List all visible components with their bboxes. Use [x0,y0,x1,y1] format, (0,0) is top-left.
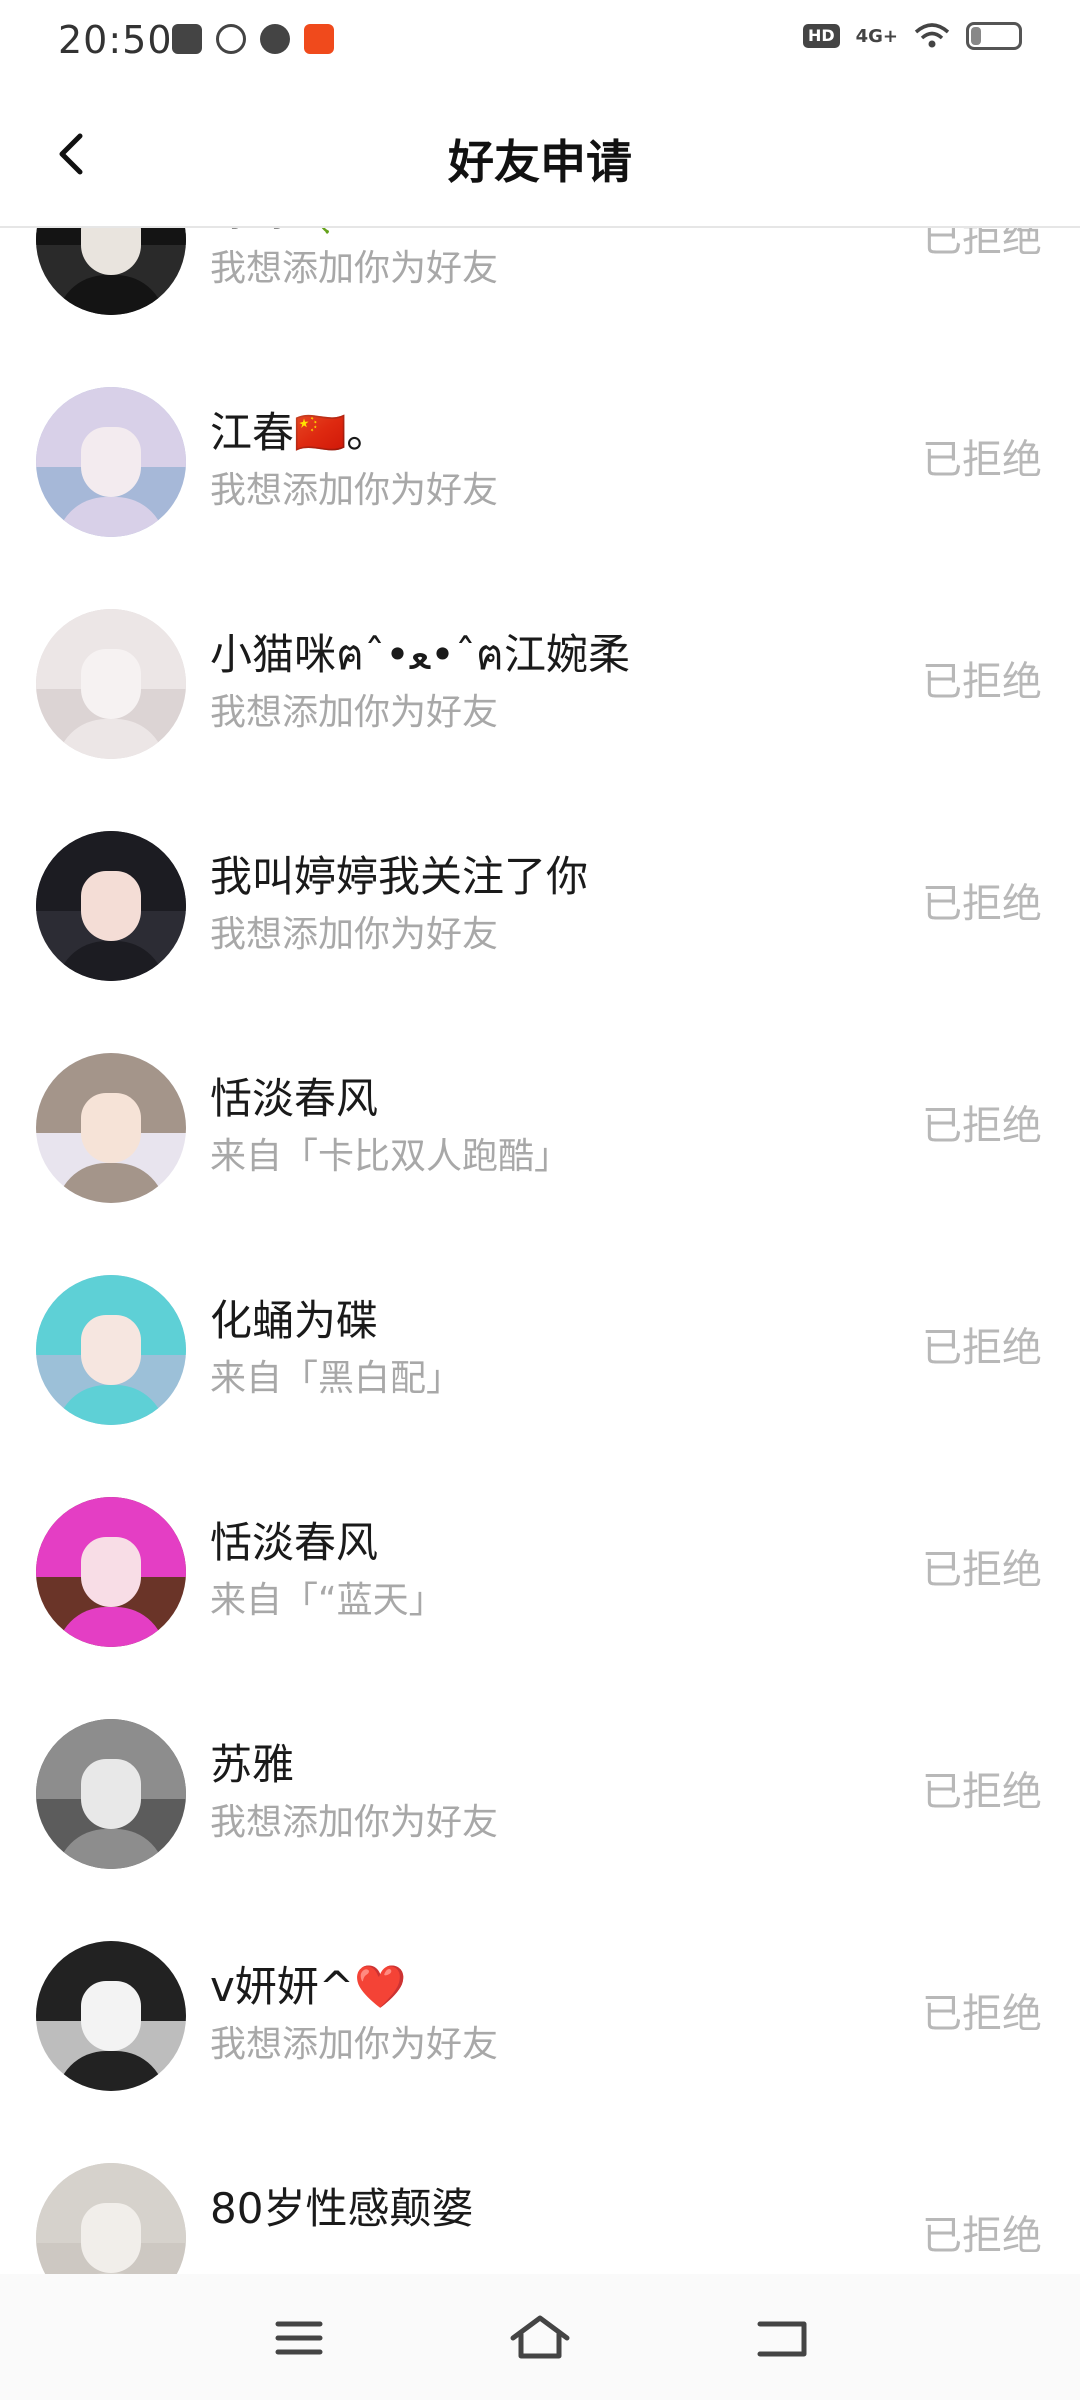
request-name: 80岁性感颠婆 [210,2184,474,2233]
notification-icons [172,24,334,54]
friend-request-item[interactable]: 小猫咪ฅˆ•ﻌ•ˆฅ江婉柔我想添加你为好友 已拒绝 [0,573,1080,795]
request-name: 我叫婷婷我关注了你 [210,852,589,901]
request-message: 来自「黑白配」 [210,1358,463,1399]
page-title: 好友申请 [448,135,632,189]
avatar[interactable] [36,228,186,315]
request-status: 已拒绝 [922,228,1042,261]
avatar[interactable] [36,387,186,537]
friend-request-item[interactable]: 苏雅我想添加你为好友 已拒绝 [0,1683,1080,1905]
request-name: v妍妍^❤️ [210,1962,407,2011]
request-message: 我想添加你为好友 [210,914,499,955]
avatar-face [81,2203,141,2273]
avatar[interactable] [36,1497,186,1647]
request-status: 已拒绝 [922,1325,1042,1371]
friend-request-item[interactable]: 婷婷🍀 我想添加你为好友 已拒绝 [0,228,1080,351]
avatar-body [56,1607,166,1647]
avatar-face [81,871,141,941]
avatar-face [81,228,141,275]
menu-button[interactable] [264,2310,334,2366]
return-button[interactable] [746,2310,816,2366]
request-status: 已拒绝 [922,437,1042,483]
request-name: 苏雅 [210,1740,295,1789]
play-icon [260,24,290,54]
friend-request-list[interactable]: 婷婷🍀我想添加你为好友已拒绝江春🇨🇳。我想添加你为好友已拒绝小猫咪ฅˆ•ﻌ•ˆฅ… [0,228,1080,2274]
avatar[interactable] [36,1053,186,1203]
request-message: 来自「卡比双人跑酷」 [210,1136,571,1177]
nav-bar [0,2274,1080,2400]
request-name: 化蛹为碟 [210,1296,379,1345]
home-button[interactable] [505,2310,575,2366]
avatar-face [81,1759,141,1829]
battery-percent: 19 [981,24,1007,45]
avatar-face [81,1537,141,1607]
avatar-body [56,1829,166,1869]
friend-request-item[interactable]: 化蛹为碟来自「黑白配」 已拒绝 [0,1239,1080,1461]
avatar-body [56,1163,166,1203]
friend-request-item[interactable]: 恬淡春风来自「卡比双人跑酷」 已拒绝 [0,1017,1080,1239]
request-name: 婷婷🍀 [210,228,346,238]
avatar-body [56,941,166,981]
avatar-body [56,719,166,759]
avatar-body [56,2051,166,2091]
avatar-face [81,1093,141,1163]
avatar-face [81,1981,141,2051]
home-icon [510,2315,570,2359]
avatar-face [81,1315,141,1385]
avatar[interactable] [36,831,186,981]
request-status: 已拒绝 [922,1769,1042,1815]
hd-badge: HD [802,24,840,48]
avatar[interactable] [36,1719,186,1869]
request-name: 小猫咪ฅˆ•ﻌ•ˆฅ江婉柔 [210,630,631,679]
network-label: 4G+ [855,25,898,47]
avatar[interactable] [36,1275,186,1425]
request-status: 已拒绝 [922,1991,1042,2037]
avatar[interactable] [36,609,186,759]
menu-icon [275,2321,323,2355]
status-bar: 20:50 HD 4G+ 19 [0,0,1080,84]
request-message: 我想添加你为好友 [210,1802,499,1843]
avatar-body [56,1385,166,1425]
request-status: 已拒绝 [922,1547,1042,1593]
status-time: 20:50 [58,18,173,62]
request-message: 我想添加你为好友 [210,470,499,511]
request-status: 已拒绝 [922,659,1042,705]
request-message: 我想添加你为好友 [210,2024,499,2065]
app-icon [216,24,246,54]
request-status: 已拒绝 [922,881,1042,927]
avatar-face [81,649,141,719]
friend-request-item[interactable]: 恬淡春风来自「“蓝天」 已拒绝 [0,1461,1080,1683]
status-right: HD 4G+ 19 [802,22,1022,50]
request-message: 来自「“蓝天」 [210,1580,445,1621]
avatar-face [81,427,141,497]
wifi-icon [914,23,950,48]
avatar-body [56,275,166,315]
avatar[interactable] [36,2163,186,2274]
friend-request-list-inner: 婷婷🍀我想添加你为好友已拒绝江春🇨🇳。我想添加你为好友已拒绝小猫咪ฅˆ•ﻌ•ˆฅ… [0,228,1080,2274]
header: 好友申请 [0,84,1080,228]
back-icon [757,2321,807,2357]
request-name: 恬淡春风 [210,1518,379,1567]
request-name: 江春🇨🇳。 [210,408,389,457]
taobao-icon [304,24,334,54]
friend-request-item[interactable]: 我叫婷婷我关注了你我想添加你为好友 已拒绝 [0,795,1080,1017]
request-message: 我想添加你为好友 [210,248,499,289]
battery-icon: 19 [966,22,1022,50]
friend-request-item[interactable]: 江春🇨🇳。我想添加你为好友 已拒绝 [0,351,1080,573]
avatar-body [56,497,166,537]
friend-request-item[interactable]: v妍妍^❤️ 我想添加你为好友 已拒绝 [0,1905,1080,2127]
request-name: 恬淡春风 [210,1074,379,1123]
message-icon [172,24,202,54]
request-message: 我想添加你为好友 [210,692,499,733]
request-status: 已拒绝 [922,2213,1042,2259]
friend-request-item[interactable]: 80岁性感颠婆已拒绝 [0,2127,1080,2274]
avatar[interactable] [36,1941,186,2091]
request-status: 已拒绝 [922,1103,1042,1149]
